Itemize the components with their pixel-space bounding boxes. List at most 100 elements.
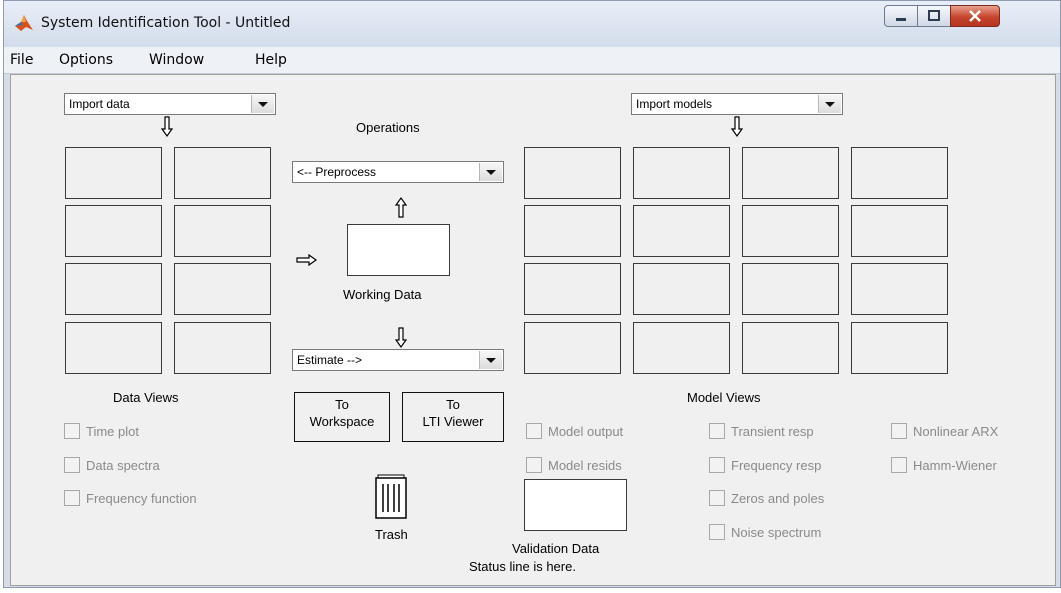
checkbox-box bbox=[709, 422, 725, 439]
window-title: System Identification Tool - Untitled bbox=[41, 15, 291, 31]
data-board-slot[interactable] bbox=[174, 322, 271, 374]
checkbox-label: Frequency resp bbox=[731, 458, 822, 473]
checkbox-label: Zeros and poles bbox=[731, 491, 825, 506]
model-board-slot[interactable] bbox=[742, 147, 839, 199]
checkbox-box bbox=[891, 422, 907, 439]
maximize-icon bbox=[928, 10, 940, 21]
data-board-slot[interactable] bbox=[65, 322, 162, 374]
checkbox-box bbox=[64, 456, 80, 473]
button-line: To bbox=[335, 397, 349, 412]
model-board-slot[interactable] bbox=[524, 147, 621, 199]
working-data-slot[interactable] bbox=[347, 224, 450, 276]
checkbox-label: Transient resp bbox=[731, 424, 814, 439]
to-lti-viewer-button[interactable]: To LTI Viewer bbox=[402, 392, 504, 442]
button-line: To bbox=[446, 397, 460, 412]
arrow-down-icon bbox=[395, 327, 407, 349]
data-views-caption: Data Views bbox=[113, 390, 179, 405]
model-board-slot[interactable] bbox=[742, 263, 839, 315]
data-board-slot[interactable] bbox=[174, 205, 271, 257]
model-board-slot[interactable] bbox=[851, 147, 948, 199]
model-board-slot[interactable] bbox=[633, 263, 730, 315]
data-board-slot[interactable] bbox=[65, 147, 162, 199]
menu-help[interactable]: Help bbox=[255, 52, 287, 68]
arrow-right-icon bbox=[296, 254, 318, 266]
model-board-slot[interactable] bbox=[851, 322, 948, 374]
close-icon bbox=[969, 10, 981, 22]
import-models-label: Import models bbox=[636, 97, 713, 111]
model-board-slot[interactable] bbox=[742, 322, 839, 374]
checkbox-label: Time plot bbox=[86, 424, 139, 439]
checkbox-label: Data spectra bbox=[86, 458, 160, 473]
trash-icon[interactable] bbox=[374, 474, 408, 520]
preprocess-dropdown[interactable]: <-- Preprocess bbox=[292, 161, 504, 183]
model-board-slot[interactable] bbox=[742, 205, 839, 257]
arrow-up-icon bbox=[395, 196, 407, 218]
model-board-slot[interactable] bbox=[524, 263, 621, 315]
model-board-slot[interactable] bbox=[851, 263, 948, 315]
checkbox-label: Model resids bbox=[548, 458, 622, 473]
matlab-app-icon bbox=[15, 15, 33, 31]
import-data-dropdown[interactable]: Import data bbox=[64, 93, 276, 115]
checkbox-zeros-and-poles[interactable]: Zeros and poles bbox=[709, 489, 825, 508]
checkbox-transient-resp[interactable]: Transient resp bbox=[709, 422, 814, 441]
model-board-slot[interactable] bbox=[851, 205, 948, 257]
trash-label: Trash bbox=[375, 527, 408, 542]
main-panel: Import data Data Views Time plot Data sp… bbox=[10, 74, 1056, 586]
checkbox-model-resids[interactable]: Model resids bbox=[526, 456, 622, 475]
checkbox-box bbox=[891, 456, 907, 473]
model-board-slot[interactable] bbox=[633, 322, 730, 374]
menu-window[interactable]: Window bbox=[149, 52, 204, 68]
data-board-slot[interactable] bbox=[65, 205, 162, 257]
checkbox-data-spectra[interactable]: Data spectra bbox=[64, 456, 160, 475]
working-data-label: Working Data bbox=[343, 287, 422, 302]
menu-file[interactable]: File bbox=[10, 52, 33, 68]
chevron-down-icon bbox=[479, 163, 502, 181]
maximize-button[interactable] bbox=[917, 5, 951, 27]
data-board-slot[interactable] bbox=[174, 263, 271, 315]
chevron-down-icon bbox=[479, 351, 502, 369]
minimize-icon bbox=[896, 18, 906, 21]
estimate-label: Estimate --> bbox=[297, 353, 363, 367]
checkbox-box bbox=[709, 523, 725, 540]
validation-data-slot[interactable] bbox=[524, 479, 627, 531]
checkbox-box bbox=[709, 456, 725, 473]
model-board-slot[interactable] bbox=[633, 205, 730, 257]
button-line: LTI Viewer bbox=[422, 414, 484, 429]
close-button[interactable] bbox=[950, 5, 1000, 27]
checkbox-hamm-wiener[interactable]: Hamm-Wiener bbox=[891, 456, 997, 475]
checkbox-label: Frequency function bbox=[86, 491, 197, 506]
estimate-dropdown[interactable]: Estimate --> bbox=[292, 349, 504, 371]
minimize-button[interactable] bbox=[884, 5, 918, 27]
button-line: Workspace bbox=[309, 414, 375, 429]
checkbox-model-output[interactable]: Model output bbox=[526, 422, 624, 441]
checkbox-box bbox=[709, 489, 725, 506]
title-bar[interactable]: System Identification Tool - Untitled bbox=[4, 1, 1060, 47]
checkbox-frequency-function[interactable]: Frequency function bbox=[64, 489, 197, 508]
to-workspace-button[interactable]: To Workspace bbox=[294, 392, 390, 442]
menu-options[interactable]: Options bbox=[59, 52, 113, 68]
checkbox-box bbox=[64, 489, 80, 506]
model-board-slot[interactable] bbox=[524, 322, 621, 374]
checkbox-nonlinear-arx[interactable]: Nonlinear ARX bbox=[891, 422, 999, 441]
operations-heading: Operations bbox=[356, 120, 420, 135]
data-board-slot[interactable] bbox=[174, 147, 271, 199]
checkbox-label: Model output bbox=[548, 424, 624, 439]
status-line: Status line is here. bbox=[469, 559, 576, 574]
model-board-slot[interactable] bbox=[633, 147, 730, 199]
import-models-dropdown[interactable]: Import models bbox=[631, 93, 843, 115]
checkbox-label: Noise spectrum bbox=[731, 525, 822, 540]
checkbox-label: Hamm-Wiener bbox=[913, 458, 997, 473]
preprocess-label: <-- Preprocess bbox=[297, 165, 377, 179]
data-board-slot[interactable] bbox=[65, 263, 162, 315]
model-board-slot[interactable] bbox=[524, 205, 621, 257]
validation-data-label: Validation Data bbox=[512, 541, 600, 556]
checkbox-box bbox=[64, 422, 80, 439]
checkbox-box bbox=[526, 422, 542, 439]
checkbox-noise-spectrum[interactable]: Noise spectrum bbox=[709, 523, 822, 542]
checkbox-label: Nonlinear ARX bbox=[913, 424, 999, 439]
import-data-label: Import data bbox=[69, 97, 130, 111]
model-views-caption: Model Views bbox=[687, 390, 761, 405]
checkbox-frequency-resp[interactable]: Frequency resp bbox=[709, 456, 822, 475]
checkbox-time-plot[interactable]: Time plot bbox=[64, 422, 139, 441]
arrow-down-icon bbox=[731, 116, 743, 138]
